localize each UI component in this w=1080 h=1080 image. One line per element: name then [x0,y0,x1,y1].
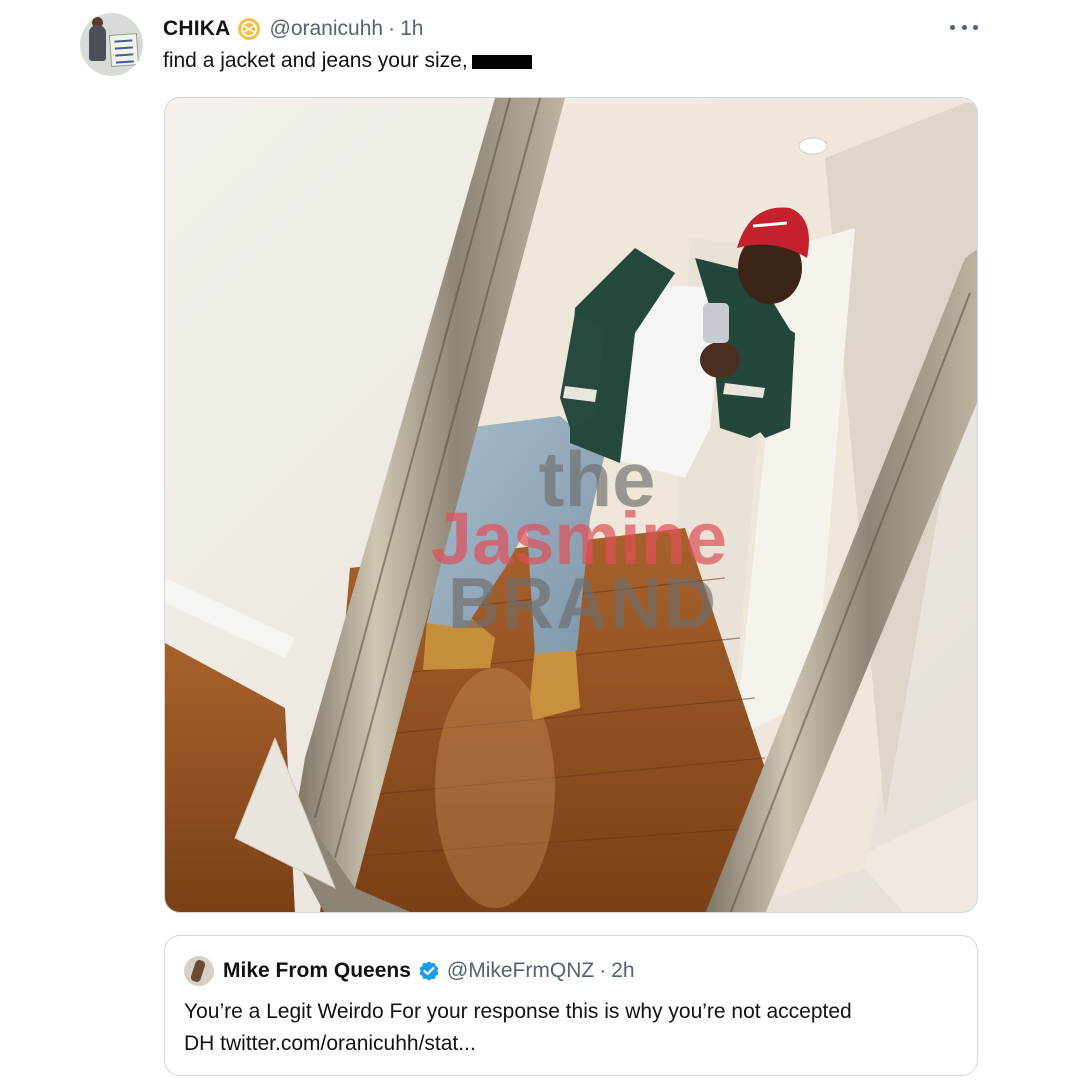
watermark-logo: the Jasmine BRAND [431,435,727,644]
avatar-figure-body [89,25,106,61]
quoted-tweet-header: Mike From Queens @MikeFrmQNZ · 2h [184,956,635,986]
redaction-bar [471,55,532,69]
quoted-tweet-text: You’re a Legit Weirdo For your response … [184,996,964,1060]
watermark-line-3: BRAND [448,564,718,644]
author-name[interactable]: CHIKA [163,17,231,41]
avatar-sign [108,33,140,67]
gold-badge-icon [237,17,261,41]
quoted-author-name[interactable]: Mike From Queens [223,959,411,983]
quoted-tweet[interactable]: Mike From Queens @MikeFrmQNZ · 2h You’re… [164,935,978,1076]
author-avatar[interactable] [80,13,143,76]
quoted-author-avatar[interactable] [184,956,214,986]
author-handle[interactable]: @oranicuhh [270,17,384,41]
quoted-text-line-2[interactable]: DH twitter.com/oranicuhh/stat... [184,1028,964,1060]
quoted-text-line-1: You’re a Legit Weirdo For your response … [184,1000,852,1023]
quoted-separator-dot: · [599,959,607,982]
quoted-author-handle[interactable]: @MikeFrmQNZ [447,959,594,983]
separator-dot: · [388,17,396,40]
more-icon[interactable] [950,25,978,33]
tweet-header: CHIKA @oranicuhh · 1h [163,14,423,44]
tweet-text-content: find a jacket and jeans your size, [163,49,468,72]
tweet-photo[interactable]: the Jasmine BRAND [164,97,978,913]
tweet-text: find a jacket and jeans your size, [163,49,532,73]
verified-icon [417,959,441,983]
tweet-time[interactable]: 1h [400,17,423,41]
quoted-tweet-time[interactable]: 2h [611,959,634,983]
